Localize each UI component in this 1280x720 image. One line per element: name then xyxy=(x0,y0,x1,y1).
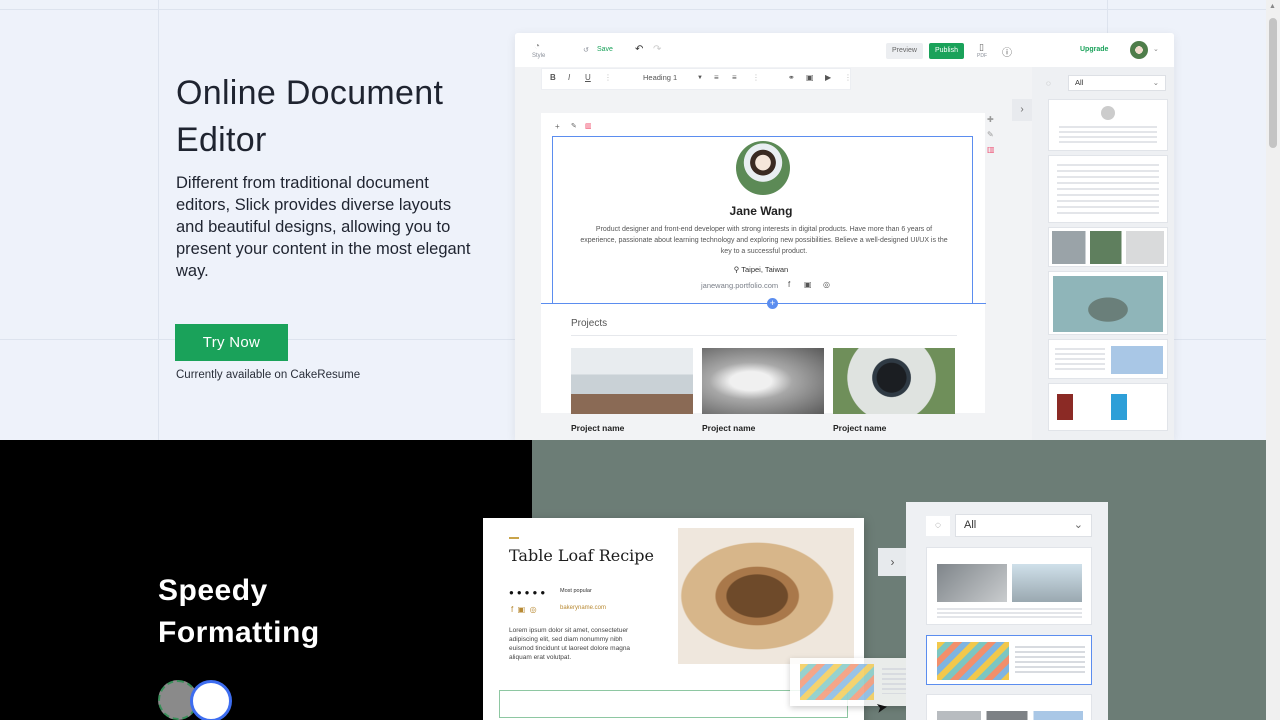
grid-line xyxy=(158,0,159,440)
scrollbar-thumb[interactable] xyxy=(1269,18,1277,148)
title-accent xyxy=(509,537,519,539)
template-card[interactable] xyxy=(1048,339,1168,379)
template-card[interactable] xyxy=(926,694,1092,720)
facebook-icon[interactable]: f xyxy=(788,280,790,289)
editor-topbar: ◔ Style ↺ Save ↶ ↷ Preview Publish ▯ PDF… xyxy=(515,33,1174,67)
format-toolbar: B I U ⋮ Heading 1 ▼ ≡ ≡ ⋮ ⚭ ▣ ▶ ⋮ xyxy=(541,68,852,90)
style-label: Style xyxy=(532,53,546,59)
hide-icon[interactable]: ◌ xyxy=(926,516,950,536)
rating-dots: ●●●●● xyxy=(509,588,549,597)
align-left-icon[interactable]: ≡ xyxy=(714,73,719,82)
template-card[interactable] xyxy=(1048,99,1168,151)
template-card[interactable] xyxy=(926,547,1092,625)
italic-icon[interactable]: I xyxy=(568,73,570,82)
grid-line xyxy=(0,9,1266,10)
recipe-body: Lorem ipsum dolor sit amet, consectetuer… xyxy=(509,627,631,661)
more-icon[interactable]: ⋮ xyxy=(844,73,852,82)
template-filter-value: All xyxy=(1075,78,1084,87)
add-icon[interactable]: ✚ xyxy=(987,115,994,124)
profile-name: Jane Wang xyxy=(729,204,793,218)
projects-rule xyxy=(571,335,957,336)
speedy-title: Speedy Formatting xyxy=(158,574,320,649)
publish-button[interactable]: Publish xyxy=(929,43,964,59)
edit-block-icon[interactable]: ✎ xyxy=(571,122,577,130)
align-center-icon[interactable]: ≡ xyxy=(732,73,737,82)
template-card[interactable] xyxy=(1048,271,1168,335)
undo-icon[interactable]: ↶ xyxy=(635,44,643,55)
template-card[interactable] xyxy=(1048,383,1168,431)
delete-block-icon[interactable]: ▥ xyxy=(585,122,592,130)
social-icons: f ▣ ◎ xyxy=(511,605,537,614)
profile-location: ⚲ Taipei, Taiwan xyxy=(515,265,1007,274)
template-card-selected[interactable] xyxy=(926,635,1092,685)
pdf-label: PDF xyxy=(977,53,987,59)
save-link[interactable]: Save xyxy=(597,46,613,53)
cursor-icon: ➤ xyxy=(874,698,889,716)
redo-icon[interactable]: ↷ xyxy=(653,44,661,55)
template-filter-select[interactable]: All ⌄ xyxy=(1068,75,1166,91)
help-icon[interactable]: ⓘ xyxy=(1002,44,1012,59)
user-avatar[interactable] xyxy=(1130,41,1148,59)
add-block-icon[interactable]: + xyxy=(555,122,560,131)
preview-button[interactable]: Preview xyxy=(886,43,923,59)
image-icon[interactable]: ▣ xyxy=(806,73,814,82)
heading-select[interactable]: Heading 1 xyxy=(643,73,677,82)
hero-section: Online Document Editor Different from tr… xyxy=(0,0,1266,440)
linkedin-icon[interactable]: ▣ xyxy=(804,280,812,289)
block-divider-line xyxy=(541,303,986,304)
popular-label: Most popular xyxy=(560,588,592,594)
underline-icon[interactable]: U xyxy=(585,73,591,82)
caret-down-icon[interactable]: ▼ xyxy=(697,75,703,81)
bakery-url[interactable]: bakeryname.com xyxy=(560,605,606,611)
scroll-up-icon[interactable]: ▲ xyxy=(1269,3,1276,10)
dragged-template-image xyxy=(800,664,874,700)
profile-photo xyxy=(736,141,790,195)
location-text: Taipei, Taiwan xyxy=(741,265,789,274)
bold-icon[interactable]: B xyxy=(550,73,556,82)
chevron-right-icon[interactable]: › xyxy=(878,548,907,576)
video-icon[interactable]: ▶ xyxy=(825,73,831,82)
insert-block-icon[interactable]: + xyxy=(767,298,778,309)
project-name: Project name xyxy=(833,423,887,433)
layout-toggle-option-active[interactable] xyxy=(190,680,232,720)
hero-title: Online Document Editor xyxy=(176,74,444,159)
project-name: Project name xyxy=(571,423,625,433)
template-card[interactable] xyxy=(1048,155,1168,223)
edit-icon[interactable]: ✎ xyxy=(987,130,994,139)
more-icon[interactable]: ⋮ xyxy=(752,73,760,82)
chevron-right-icon[interactable]: › xyxy=(1012,99,1032,121)
template-filter-select[interactable]: All ⌄ xyxy=(955,514,1092,537)
recipe-title: Table Loaf Recipe xyxy=(509,546,654,565)
chevron-down-icon: ⌄ xyxy=(1152,78,1159,87)
page-scrollbar[interactable]: ▲ xyxy=(1266,0,1280,720)
instagram-icon[interactable]: ◎ xyxy=(823,280,830,289)
template-panel: ◌ All ⌄ xyxy=(1032,67,1174,440)
speedy-formatting-section: Speedy Formatting Table Loaf Recipe ●●●●… xyxy=(0,440,1266,720)
availability-note: Currently available on CakeResume xyxy=(176,369,361,381)
try-now-button[interactable]: Try Now xyxy=(175,324,288,361)
history-icon[interactable]: ↺ xyxy=(583,46,589,54)
project-thumbnail[interactable] xyxy=(833,348,955,414)
project-thumbnail[interactable] xyxy=(571,348,693,414)
bread-photo xyxy=(678,528,854,664)
more-icon[interactable]: ⋮ xyxy=(604,73,612,82)
trash-icon[interactable]: ▥ xyxy=(987,145,995,154)
pdf-icon[interactable]: ▯ xyxy=(979,42,984,53)
editor-preview: ◔ Style ↺ Save ↶ ↷ Preview Publish ▯ PDF… xyxy=(515,33,1174,440)
hide-icon[interactable]: ◌ xyxy=(1046,79,1051,88)
portfolio-link[interactable]: janewang.portfolio.com xyxy=(701,281,778,290)
template-filter-value: All xyxy=(964,519,977,531)
project-thumbnail[interactable] xyxy=(702,348,824,414)
upgrade-link[interactable]: Upgrade xyxy=(1080,46,1108,53)
palette-icon[interactable]: ◔ xyxy=(534,41,540,52)
chevron-down-icon: ⌄ xyxy=(1073,519,1083,531)
profile-bio: Product designer and front-end developer… xyxy=(580,226,948,255)
template-panel: ◌ All ⌄ xyxy=(906,502,1108,720)
project-name: Project name xyxy=(702,423,756,433)
chevron-down-icon[interactable]: ⌄ xyxy=(1153,45,1159,53)
link-icon[interactable]: ⚭ xyxy=(788,73,795,82)
projects-title: Projects xyxy=(571,318,608,329)
template-card[interactable] xyxy=(1048,227,1168,267)
hero-description: Different from traditional document edit… xyxy=(176,174,471,280)
